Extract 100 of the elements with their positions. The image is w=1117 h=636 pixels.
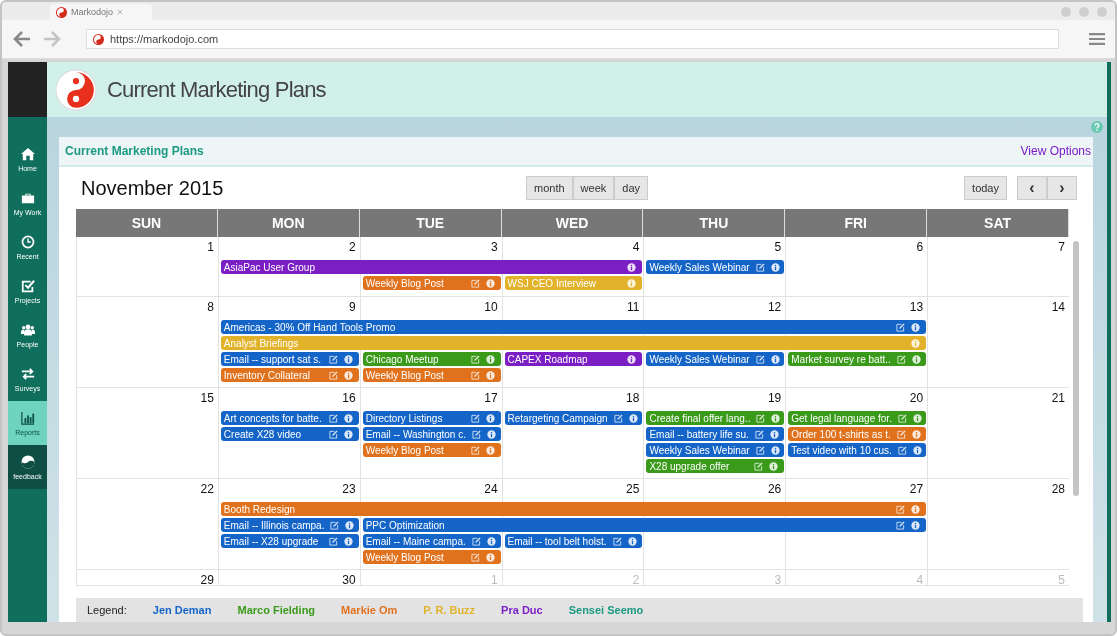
calendar-event[interactable]: AsiaPac User Group (220, 260, 643, 274)
edit-icon[interactable] (328, 429, 338, 439)
edit-icon[interactable] (471, 536, 481, 546)
edit-icon[interactable] (328, 536, 338, 546)
calendar-event[interactable]: Americas - 30% Off Hand Tools Promo (220, 320, 927, 334)
calendar-event[interactable]: Get legal language for. (788, 411, 927, 425)
info-icon[interactable] (485, 413, 495, 423)
view-button[interactable]: day (614, 176, 648, 200)
info-icon[interactable] (485, 354, 495, 364)
info-icon[interactable] (345, 520, 355, 530)
calendar-event[interactable]: Weekly Blog Post (362, 443, 501, 457)
calendar-event[interactable]: Create final offer lang.. (646, 411, 785, 425)
calendar-event[interactable]: Weekly Sales Webinar (646, 443, 785, 457)
edit-icon[interactable] (897, 413, 907, 423)
today-button[interactable]: today (964, 176, 1007, 200)
edit-icon[interactable] (330, 520, 340, 530)
menu-icon[interactable] (1089, 32, 1105, 46)
info-icon[interactable] (343, 429, 353, 439)
edit-icon[interactable] (613, 413, 623, 423)
info-icon[interactable] (343, 354, 353, 364)
edit-icon[interactable] (471, 429, 481, 439)
edit-icon[interactable] (756, 413, 766, 423)
info-icon[interactable] (485, 445, 495, 455)
edit-icon[interactable] (470, 354, 480, 364)
edit-icon[interactable] (470, 370, 480, 380)
info-icon[interactable] (628, 413, 638, 423)
info-icon[interactable] (911, 429, 921, 439)
calendar-event[interactable]: Weekly Blog Post (362, 368, 501, 382)
address-bar[interactable]: https://markodojo.com (86, 29, 1059, 49)
info-icon[interactable] (912, 413, 922, 423)
edit-icon[interactable] (896, 429, 906, 439)
edit-icon[interactable] (755, 445, 765, 455)
calendar-event[interactable]: Booth Redesign (220, 502, 927, 516)
info-icon[interactable] (770, 262, 780, 272)
calendar-event[interactable]: Chicago Meetup (362, 352, 501, 366)
edit-icon[interactable] (754, 429, 764, 439)
browser-tab[interactable]: Markodojo (50, 4, 152, 20)
calendar-event[interactable]: Email -- Maine campa. (362, 534, 501, 548)
view-options-link[interactable]: View Options (1020, 144, 1091, 158)
info-icon[interactable] (771, 413, 781, 423)
calendar-event[interactable]: Email -- Washington c. (362, 427, 501, 441)
info-icon[interactable] (485, 552, 495, 562)
calendar-event[interactable]: Email -- support sat s. (220, 352, 359, 366)
info-icon[interactable] (911, 322, 921, 332)
calendar-event[interactable]: Weekly Blog Post (362, 276, 501, 290)
next-button[interactable]: › (1047, 176, 1077, 200)
info-icon[interactable] (485, 370, 495, 380)
calendar-event[interactable]: Retargeting Campaign (504, 411, 643, 425)
info-icon[interactable] (343, 413, 353, 423)
info-icon[interactable] (769, 461, 779, 471)
edit-icon[interactable] (470, 552, 480, 562)
info-icon[interactable] (911, 520, 921, 530)
edit-icon[interactable] (328, 354, 338, 364)
calendar-event[interactable]: Inventory Collateral (220, 368, 359, 382)
calendar-event[interactable]: Email -- tool belt holst. (504, 534, 643, 548)
calendar-event[interactable]: Weekly Sales Webinar (646, 260, 785, 274)
edit-icon[interactable] (896, 520, 906, 530)
edit-icon[interactable] (754, 461, 764, 471)
info-icon[interactable] (486, 429, 496, 439)
edit-icon[interactable] (896, 354, 906, 364)
calendar-event[interactable]: Email -- battery life su. (646, 427, 785, 441)
previous-button[interactable]: ‹ (1017, 176, 1047, 200)
edit-icon[interactable] (897, 445, 907, 455)
info-icon[interactable] (770, 354, 780, 364)
edit-icon[interactable] (755, 262, 765, 272)
info-icon[interactable] (627, 262, 637, 272)
info-icon[interactable] (627, 536, 637, 546)
edit-icon[interactable] (328, 413, 338, 423)
calendar-event[interactable]: Email -- X28 upgrade (220, 534, 359, 548)
info-icon[interactable] (769, 429, 779, 439)
info-icon[interactable] (485, 278, 495, 288)
calendar-event[interactable]: Art concepts for batte. (220, 411, 359, 425)
calendar-event[interactable]: Test video with 10 cus. (788, 443, 927, 457)
edit-icon[interactable] (470, 278, 480, 288)
calendar-event[interactable]: PPC Optimization (362, 518, 927, 532)
info-icon[interactable] (627, 354, 637, 364)
calendar-event[interactable]: Email -- Illinois campa. (220, 518, 359, 532)
edit-icon[interactable] (896, 504, 906, 514)
edit-icon[interactable] (896, 322, 906, 332)
info-icon[interactable] (770, 445, 780, 455)
edit-icon[interactable] (470, 445, 480, 455)
edit-icon[interactable] (612, 536, 622, 546)
edit-icon[interactable] (328, 370, 338, 380)
scrollbar-thumb[interactable] (1073, 241, 1079, 496)
info-icon[interactable] (343, 370, 353, 380)
calendar-event[interactable]: Weekly Sales Webinar (646, 352, 785, 366)
calendar-event[interactable]: Weekly Blog Post (362, 550, 501, 564)
calendar-event[interactable]: Create X28 video (220, 427, 359, 441)
info-icon[interactable] (486, 536, 496, 546)
calendar-event[interactable]: Directory Listings (362, 411, 501, 425)
view-button[interactable]: week (572, 176, 615, 200)
info-icon[interactable] (911, 354, 921, 364)
edit-icon[interactable] (755, 354, 765, 364)
info-icon[interactable] (343, 536, 353, 546)
edit-icon[interactable] (470, 413, 480, 423)
view-button[interactable]: month (526, 176, 573, 200)
info-icon[interactable] (911, 504, 921, 514)
calendar-event[interactable]: Market survey re batt.. (788, 352, 927, 366)
calendar-event[interactable]: X28 upgrade offer (646, 459, 785, 473)
back-icon[interactable] (12, 29, 32, 49)
